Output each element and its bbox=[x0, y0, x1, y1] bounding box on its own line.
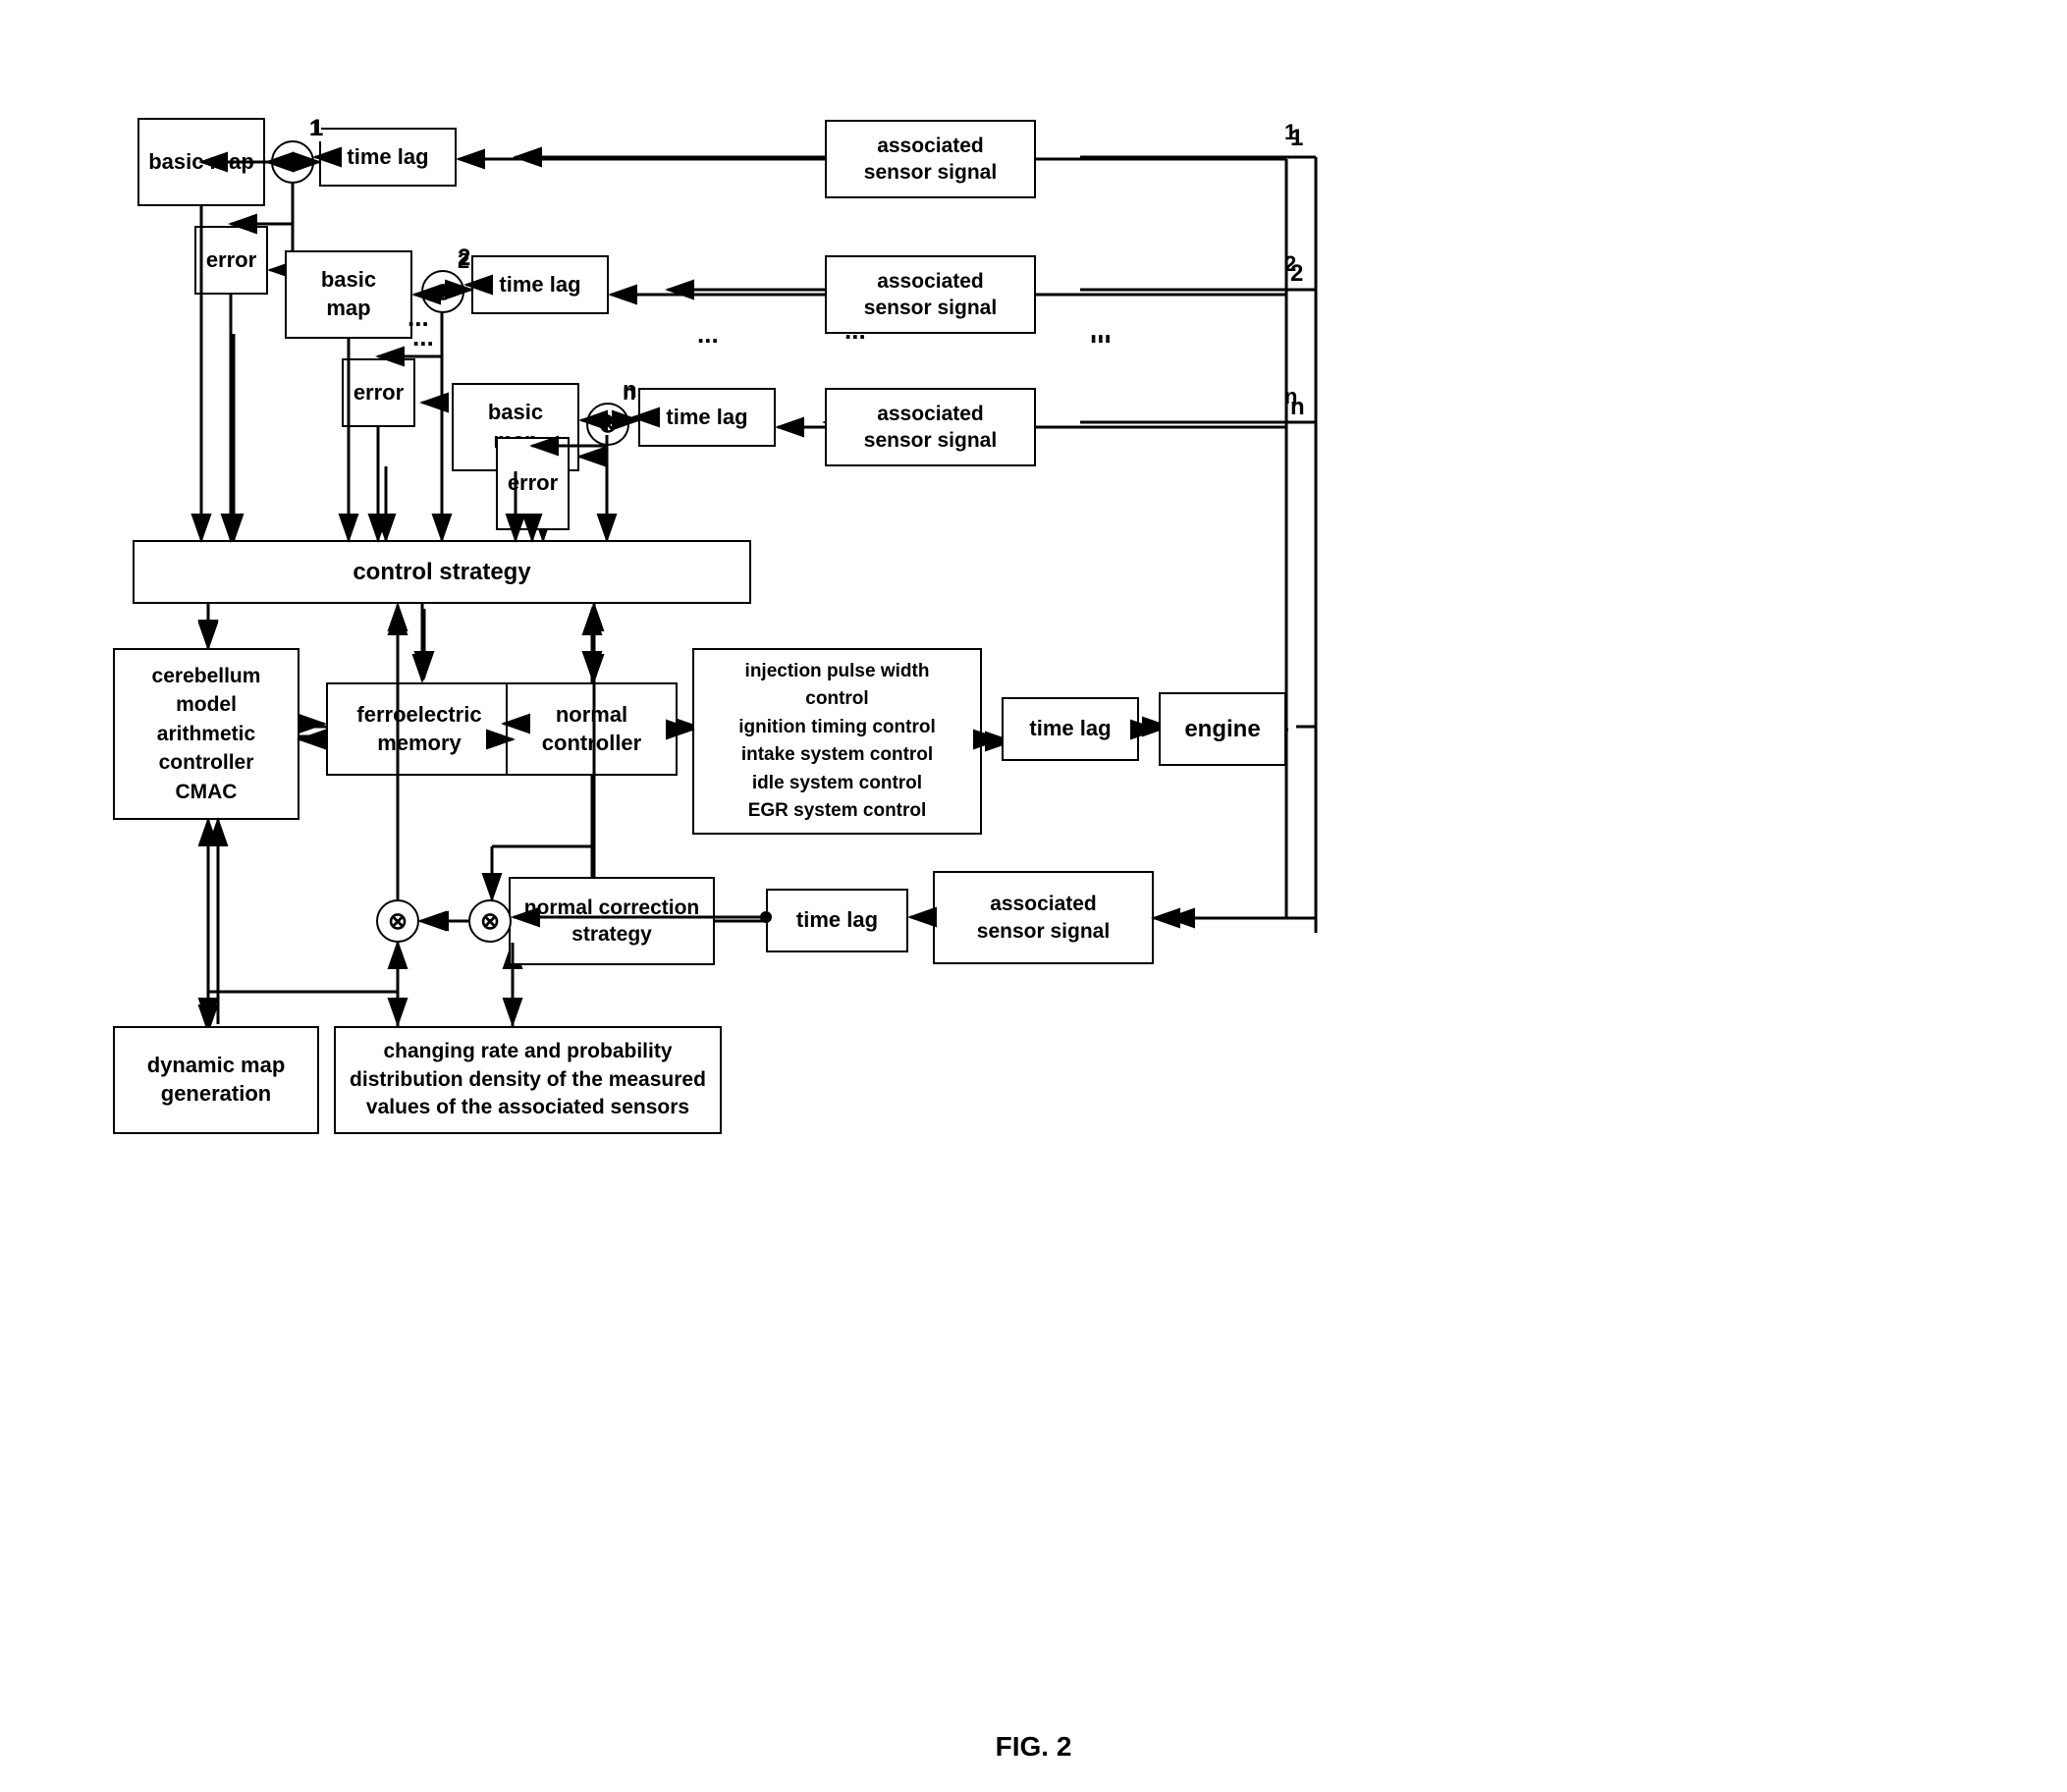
circle-cross-1: ⊗ bbox=[271, 140, 314, 184]
circle-cross-feedback-2: ⊗ bbox=[468, 899, 512, 943]
circle-cross-n: ⊗ bbox=[586, 403, 629, 446]
normal-correction-strategy: normal correctionstrategy bbox=[509, 877, 715, 965]
time-lag-engine: time lag bbox=[1002, 697, 1139, 761]
label-num-2-xc: 2 bbox=[458, 248, 469, 274]
dots-basic-map-v: ... bbox=[412, 322, 434, 353]
time-lag-2: time lag bbox=[471, 255, 609, 314]
label-num-2-right: 2 bbox=[1284, 251, 1296, 277]
engine: engine bbox=[1159, 692, 1286, 766]
sensor-signal-1: associatedsensor signal bbox=[825, 120, 1036, 198]
cerebellum-cmac: cerebellummodelarithmeticcontrollerCMAC bbox=[113, 648, 299, 820]
dots-between-sensors-h: ... bbox=[697, 319, 719, 350]
label-num-n-xc: n bbox=[623, 380, 635, 406]
time-lag-n: time lag bbox=[638, 388, 776, 447]
dynamic-map-generation: dynamic mapgeneration bbox=[113, 1026, 319, 1134]
label-num-1-xc: 1 bbox=[309, 116, 321, 141]
ferroelectric-memory: ferroelectricmemory bbox=[326, 682, 513, 776]
figure-label: FIG. 2 bbox=[996, 1731, 1072, 1763]
injection-box: injection pulse widthcontrolignition tim… bbox=[692, 648, 982, 835]
error-1: error bbox=[194, 226, 268, 295]
changing-rate-box: changing rate and probabilitydistributio… bbox=[334, 1026, 722, 1134]
sensor-signal-2: associatedsensor signal bbox=[825, 255, 1036, 334]
time-lag-1: time lag bbox=[319, 128, 457, 187]
sensor-signal-feedback: associatedsensor signal bbox=[933, 871, 1154, 964]
label-num-1-right: 1 bbox=[1284, 120, 1296, 145]
normal-controller: normalcontroller bbox=[506, 682, 678, 776]
time-lag-feedback: time lag bbox=[766, 889, 908, 952]
circle-cross-2: ⊗ bbox=[421, 270, 464, 313]
basic-map-2: basicmap bbox=[285, 250, 412, 339]
dots-between-timelags-h: ... bbox=[1090, 319, 1112, 350]
diagram-container: basic map basicmap basicmap ⊗ ⊗ ⊗ time l… bbox=[59, 59, 2003, 1630]
label-num-n-right: n bbox=[1284, 384, 1297, 409]
control-strategy: control strategy bbox=[133, 540, 751, 604]
error-n: error bbox=[496, 437, 570, 530]
basic-map-1: basic map bbox=[137, 118, 265, 206]
error-2: error bbox=[342, 358, 415, 427]
sensor-signal-n: associatedsensor signal bbox=[825, 388, 1036, 466]
circle-cross-feedback-1: ⊗ bbox=[376, 899, 419, 943]
